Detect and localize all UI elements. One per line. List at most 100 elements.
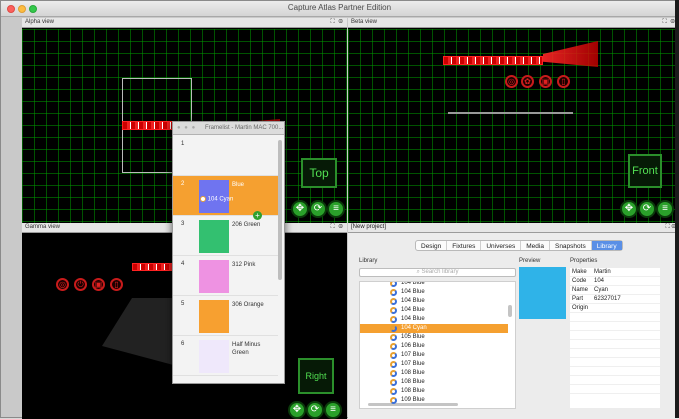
library-item[interactable]: 108 Blue xyxy=(360,369,508,378)
tab-library[interactable]: Library xyxy=(591,241,622,250)
library-item[interactable]: 108 Blue xyxy=(360,378,508,387)
library-item[interactable]: 104 Blue xyxy=(360,297,508,306)
orbit-icon[interactable]: ⟳ xyxy=(309,200,327,218)
layer-icon[interactable]: ▣ xyxy=(539,75,552,88)
library-item[interactable]: 109 Blue xyxy=(360,396,508,405)
library-item[interactable]: 104 Blue xyxy=(360,288,508,297)
library-item-label: 104 Cyan xyxy=(401,325,427,331)
library-search-input[interactable]: ⌕ Search library xyxy=(359,268,516,277)
focus-icon[interactable]: ◎ xyxy=(56,278,69,291)
title-bar[interactable]: Capture Atlas Partner Edition xyxy=(1,1,678,17)
frame-color-swatch xyxy=(199,300,229,333)
front-view-tag[interactable]: Front xyxy=(628,154,662,188)
tab-media[interactable]: Media xyxy=(521,241,550,250)
library-item[interactable]: 104 Blue xyxy=(360,306,508,315)
frame-row[interactable]: 1 xyxy=(173,136,278,176)
library-item[interactable]: 104 Blue xyxy=(360,315,508,324)
frame-row[interactable]: 5 306 Orange xyxy=(173,296,278,336)
library-item-label: 105 Blue xyxy=(401,334,425,340)
move-icon[interactable]: ✥ xyxy=(620,200,638,218)
project-panel: [New project] ⛶ ⊗ Design Fixtures Univer… xyxy=(348,223,679,419)
properties-label: Properties xyxy=(570,258,598,264)
alpha-view-label: Alpha view xyxy=(25,19,55,25)
frame-name: Half Minus Green xyxy=(232,342,261,356)
tab-universes[interactable]: Universes xyxy=(481,241,522,250)
library-item-label: 107 Blue xyxy=(401,352,425,358)
project-header: [New project] ⛶ ⊗ xyxy=(348,223,679,233)
property-row xyxy=(570,358,660,367)
gel-icon xyxy=(390,289,397,296)
preview-label: Preview xyxy=(519,258,541,264)
move-icon[interactable]: ✥ xyxy=(291,200,309,218)
drag-chip-label: 104 Cyan xyxy=(207,196,234,203)
frame-row[interactable]: 4 312 Pink xyxy=(173,256,278,296)
gamma-view-controls[interactable]: ⛶ ⊗ xyxy=(330,224,344,231)
library-list[interactable]: 104 Blue 104 Blue 104 Blue 104 Blue 104 Blue… xyxy=(359,281,516,409)
framelist-scrollbar[interactable] xyxy=(278,140,282,280)
drag-chip: 104 Cyan xyxy=(200,196,234,206)
trash-icon[interactable]: ▯ xyxy=(110,278,123,291)
fixture-bar[interactable] xyxy=(443,56,543,65)
property-value: 104 xyxy=(594,278,605,284)
framelist-panel[interactable]: ● ● ● Framelist - Martin MAC 700... 1 2 Bl… xyxy=(172,121,285,384)
orbit-icon[interactable]: ⟳ xyxy=(306,401,324,419)
frame-row[interactable]: 3 206 Green xyxy=(173,216,278,256)
tab-design[interactable]: Design xyxy=(416,241,448,250)
library-item-label: 107 Blue xyxy=(401,361,425,367)
library-item[interactable]: 107 Blue xyxy=(360,351,508,360)
orbit-icon[interactable]: ⟳ xyxy=(638,200,656,218)
right-view-tag[interactable]: Right xyxy=(298,358,334,394)
menu-icon[interactable]: ≡ xyxy=(324,401,342,419)
gel-icon xyxy=(390,316,397,323)
property-row: Origin xyxy=(570,304,660,313)
tab-bar: Design Fixtures Universes Media Snapshot… xyxy=(415,240,623,251)
library-item-label: 106 Blue xyxy=(401,343,425,349)
frame-row[interactable]: 6 Half Minus Green xyxy=(173,336,278,376)
library-item-label: 104 Blue xyxy=(401,316,425,322)
gel-icon xyxy=(390,361,397,368)
library-scrollbar[interactable] xyxy=(508,305,512,317)
menu-icon[interactable]: ≡ xyxy=(656,200,674,218)
beta-view-pane[interactable]: Beta view ⛶ ⊗ ◎ ✿ ▣ ▯ Front ✥ ⟳ ≡ xyxy=(348,18,679,223)
tab-snapshots[interactable]: Snapshots xyxy=(550,241,592,250)
frame-number: 2 xyxy=(181,181,185,187)
floor-line xyxy=(448,112,573,114)
frame-color-swatch xyxy=(199,220,229,253)
focus-icon[interactable]: ◎ xyxy=(505,75,518,88)
library-item[interactable]: 105 Blue xyxy=(360,333,508,342)
alpha-view-controls[interactable]: ⛶ ⊗ xyxy=(330,19,344,26)
gel-icon xyxy=(390,325,397,332)
top-view-tag[interactable]: Top xyxy=(301,158,337,188)
library-item-label: 104 Blue xyxy=(401,307,425,313)
beta-view-controls[interactable]: ⛶ ⊗ xyxy=(662,19,676,26)
library-item-label: 104 Blue xyxy=(401,281,425,286)
layer-icon[interactable]: ▣ xyxy=(92,278,105,291)
alpha-view-header: Alpha view ⛶ ⊗ xyxy=(22,18,347,28)
library-item[interactable]: 108 Blue xyxy=(360,387,508,396)
library-label: Library xyxy=(359,258,378,264)
trash-icon[interactable]: ▯ xyxy=(557,75,570,88)
library-item[interactable]: 107 Blue xyxy=(360,360,508,369)
framelist-window-buttons[interactable]: ● ● ● xyxy=(177,125,196,131)
move-icon[interactable]: ✥ xyxy=(288,401,306,419)
property-row xyxy=(570,340,660,349)
menu-icon[interactable]: ≡ xyxy=(327,200,345,218)
power-icon[interactable]: ⏻ xyxy=(74,278,87,291)
drag-chip-icon xyxy=(200,196,206,202)
framelist-titlebar[interactable]: ● ● ● Framelist - Martin MAC 700... xyxy=(173,122,284,135)
property-value: Cyan xyxy=(594,287,609,293)
library-item[interactable]: 106 Blue xyxy=(360,342,508,351)
property-key: Part xyxy=(572,296,584,302)
library-item[interactable]: 104 Blue xyxy=(360,281,508,288)
gel-icon xyxy=(390,298,397,305)
library-item-label: 104 Blue xyxy=(401,298,425,304)
library-search-placeholder: Search library xyxy=(421,269,459,275)
property-value: Martin xyxy=(594,269,611,275)
library-item[interactable]: 104 Cyan xyxy=(360,324,508,333)
frame-number: 1 xyxy=(181,141,185,147)
color-preview-swatch xyxy=(519,267,566,319)
property-row: Code 104 xyxy=(570,277,660,286)
desktop-right xyxy=(675,0,679,418)
gear-icon[interactable]: ✿ xyxy=(521,75,534,88)
tab-fixtures[interactable]: Fixtures xyxy=(447,241,482,250)
